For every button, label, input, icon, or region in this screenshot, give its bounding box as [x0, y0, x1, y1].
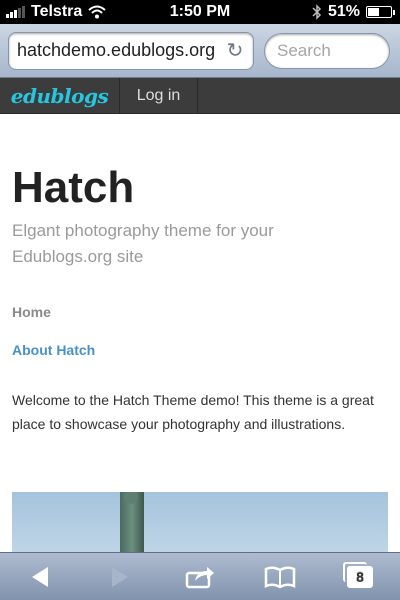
featured-photo[interactable] [12, 492, 388, 552]
battery-percent: 51% [327, 3, 360, 20]
bluetooth-icon [312, 4, 322, 20]
menu-item-about-hatch[interactable]: About Hatch [12, 342, 392, 358]
browser-address-bar: hatchdemo.edublogs.org ↻ Search [0, 24, 400, 78]
page-content: Hatch Elgant photography theme for your … [12, 114, 392, 436]
edublogs-logo[interactable]: edublogs [0, 78, 120, 113]
status-right: 51% [312, 3, 395, 21]
back-icon[interactable] [20, 560, 60, 594]
battery-icon [366, 6, 395, 18]
status-left: Telstra [6, 3, 106, 21]
tabs-icon[interactable]: 8 [340, 560, 380, 594]
carrier-name: Telstra [31, 3, 83, 20]
battery-fill [368, 8, 380, 16]
url-text[interactable]: hatchdemo.edublogs.org [17, 40, 225, 61]
signal-icon [6, 6, 25, 18]
forward-icon[interactable] [100, 560, 140, 594]
site-title[interactable]: Hatch [12, 164, 392, 212]
browser-toolbar: 8 [0, 552, 400, 600]
bookmarks-icon[interactable] [260, 560, 300, 594]
url-field[interactable]: hatchdemo.edublogs.org ↻ [8, 31, 254, 70]
reload-icon[interactable]: ↻ [225, 41, 245, 61]
site-admin-bar: edublogs Log in [0, 78, 400, 114]
site-tagline: Elgant photography theme for your Edublo… [12, 221, 274, 266]
status-bar: Telstra 1:50 PM 51% [0, 0, 400, 24]
tabs-count: 8 [343, 561, 373, 588]
search-placeholder: Search [277, 40, 331, 60]
login-link[interactable]: Log in [120, 78, 198, 113]
wifi-icon [88, 5, 106, 19]
share-icon[interactable] [180, 560, 220, 594]
statue-figure [120, 492, 144, 552]
search-input[interactable]: Search [264, 32, 390, 69]
menu-item-home[interactable]: Home [12, 304, 392, 320]
intro-paragraph: Welcome to the Hatch Theme demo! This th… [12, 392, 374, 432]
